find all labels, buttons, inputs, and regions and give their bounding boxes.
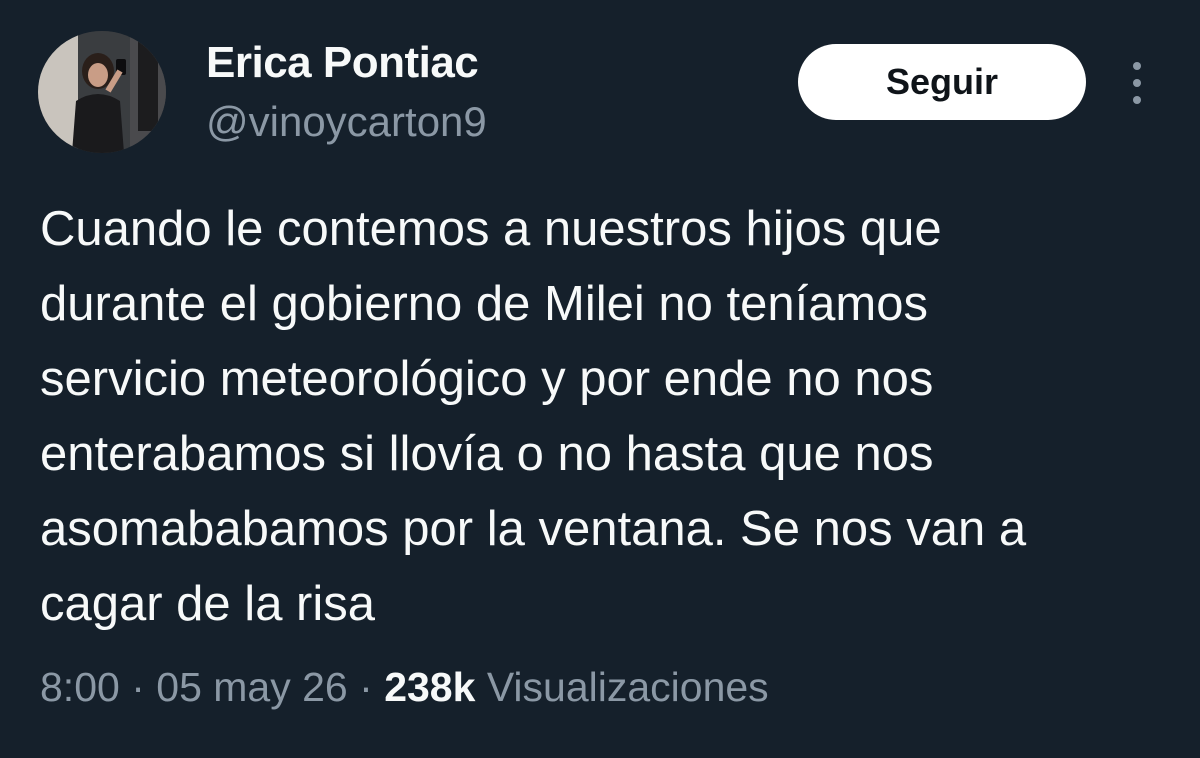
user-handle[interactable]: @vinoycarton9 [206,98,487,146]
dot [1133,96,1141,104]
tweet-time[interactable]: 8:00 [40,664,120,710]
meta-separator: · [131,664,145,710]
tweet-line: asomababamos por la ventana. Se nos van … [40,502,1027,556]
tweet-line: servicio meteorológico y por ende no nos [40,352,934,406]
tweet-line: durante el gobierno de Milei no teníamos [40,277,929,331]
tweet-meta: 8:00 · 05 may 26 · 238k Visualizaciones [40,664,769,711]
follow-button[interactable]: Seguir [798,44,1086,120]
tweet-line: enterabamos si llovía o no hasta que nos [40,427,934,481]
more-options-icon[interactable] [1122,62,1152,104]
dot [1133,79,1141,87]
tweet-line: cagar de la risa [40,577,376,631]
tweet-text: Cuando le contemos a nuestros hijos que … [40,192,1180,642]
tweet-line: Cuando le contemos a nuestros hijos que [40,202,942,256]
views-label: Visualizaciones [486,664,769,710]
dot [1133,62,1141,70]
tweet-date[interactable]: 05 may 26 [156,664,347,710]
profile-photo-icon [38,31,166,153]
avatar[interactable] [38,31,166,153]
display-name[interactable]: Erica Pontiac [206,38,479,88]
views-count: 238k [384,664,476,710]
meta-separator: · [359,664,373,710]
